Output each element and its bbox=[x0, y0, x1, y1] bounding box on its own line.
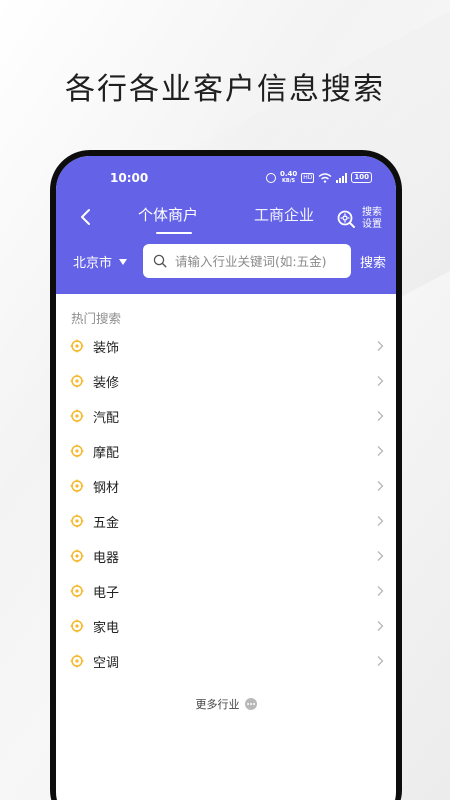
search-row: 北京市 搜索 bbox=[56, 244, 396, 278]
search-icon bbox=[153, 254, 167, 268]
dropdown-arrow-icon bbox=[119, 258, 128, 265]
active-tab-indicator bbox=[156, 232, 192, 234]
list-item[interactable]: 钢材 bbox=[56, 468, 396, 503]
target-icon bbox=[70, 549, 84, 563]
chevron-left-icon[interactable] bbox=[76, 206, 96, 228]
search-button[interactable]: 搜索 bbox=[360, 252, 386, 271]
network-speed: 0.40 KB/S bbox=[279, 170, 298, 185]
target-icon bbox=[70, 654, 84, 668]
tab-enterprises[interactable]: 工商企业 bbox=[254, 204, 314, 225]
list-item[interactable]: 装修 bbox=[56, 363, 396, 398]
promo-headline: 各行各业客户信息搜索 bbox=[65, 72, 385, 107]
list-item[interactable]: 汽配 bbox=[56, 398, 396, 433]
more-industries-label: 更多行业 bbox=[195, 698, 240, 711]
search-settings-icon bbox=[337, 210, 355, 228]
list-item-label: 钢材 bbox=[93, 481, 120, 496]
list-item[interactable]: 电器 bbox=[56, 538, 396, 573]
status-time: 10:00 bbox=[110, 171, 149, 185]
list-item[interactable]: 空调 bbox=[56, 643, 396, 678]
search-box[interactable] bbox=[143, 244, 351, 278]
hd-icon: HD bbox=[301, 172, 315, 183]
target-icon bbox=[70, 514, 84, 528]
chevron-right-icon bbox=[377, 551, 384, 561]
more-industries-button[interactable]: 更多行业 bbox=[56, 696, 396, 712]
hot-search-list: 装饰 装修 汽配 摩配 钢材 五金 电器 电子 家电 空调 bbox=[56, 328, 396, 678]
list-item-label: 电器 bbox=[93, 551, 120, 566]
list-item-label: 装饰 bbox=[93, 341, 120, 356]
chevron-right-icon bbox=[377, 621, 384, 631]
alarm-icon bbox=[265, 172, 276, 183]
phone-frame: 10:00 0.40 KB/S HD 100 个体商户 工商企业 搜索设置 北京… bbox=[50, 150, 402, 800]
search-settings-label: 搜索设置 bbox=[362, 207, 382, 230]
list-item-label: 五金 bbox=[93, 516, 120, 531]
list-item-label: 空调 bbox=[93, 656, 120, 671]
app-header: 10:00 0.40 KB/S HD 100 个体商户 工商企业 搜索设置 北京… bbox=[56, 156, 396, 294]
tab-individual-merchants[interactable]: 个体商户 bbox=[138, 204, 198, 225]
target-icon bbox=[70, 619, 84, 633]
network-speed-unit: KB/S bbox=[282, 178, 296, 184]
list-item-label: 家电 bbox=[93, 621, 120, 636]
list-item[interactable]: 家电 bbox=[56, 608, 396, 643]
search-input[interactable] bbox=[175, 253, 351, 269]
status-icons: 0.40 KB/S HD 100 bbox=[265, 170, 372, 185]
signal-icon bbox=[336, 172, 348, 183]
list-item[interactable]: 五金 bbox=[56, 503, 396, 538]
chevron-right-icon bbox=[377, 411, 384, 421]
list-item-label: 装修 bbox=[93, 376, 120, 391]
list-item-label: 汽配 bbox=[93, 411, 120, 426]
chevron-right-icon bbox=[377, 516, 384, 526]
city-selector[interactable]: 北京市 bbox=[73, 252, 128, 271]
network-speed-value: 0.40 bbox=[279, 170, 298, 178]
chevron-right-icon bbox=[377, 446, 384, 456]
target-icon bbox=[70, 339, 84, 353]
list-item-label: 电子 bbox=[93, 586, 120, 601]
wifi-icon bbox=[318, 172, 332, 183]
hot-search-title: 热门搜索 bbox=[71, 311, 122, 326]
more-dots-icon bbox=[244, 698, 257, 710]
target-icon bbox=[70, 444, 84, 458]
target-icon bbox=[70, 374, 84, 388]
list-item-label: 摩配 bbox=[93, 446, 120, 461]
status-bar: 10:00 0.40 KB/S HD 100 bbox=[56, 171, 396, 187]
app-screen: 10:00 0.40 KB/S HD 100 个体商户 工商企业 搜索设置 北京… bbox=[56, 156, 396, 800]
target-icon bbox=[70, 479, 84, 493]
chevron-right-icon bbox=[377, 656, 384, 666]
target-icon bbox=[70, 409, 84, 423]
city-label: 北京市 bbox=[73, 256, 113, 271]
chevron-right-icon bbox=[377, 341, 384, 351]
target-icon bbox=[70, 584, 84, 598]
battery-icon: 100 bbox=[351, 172, 372, 183]
list-item[interactable]: 摩配 bbox=[56, 433, 396, 468]
chevron-right-icon bbox=[377, 376, 384, 386]
list-item[interactable]: 电子 bbox=[56, 573, 396, 608]
nav-bar: 个体商户 工商企业 搜索设置 bbox=[56, 196, 396, 236]
chevron-right-icon bbox=[377, 481, 384, 491]
chevron-right-icon bbox=[377, 586, 384, 596]
search-settings-button[interactable]: 搜索设置 bbox=[336, 202, 388, 236]
list-item[interactable]: 装饰 bbox=[56, 328, 396, 363]
